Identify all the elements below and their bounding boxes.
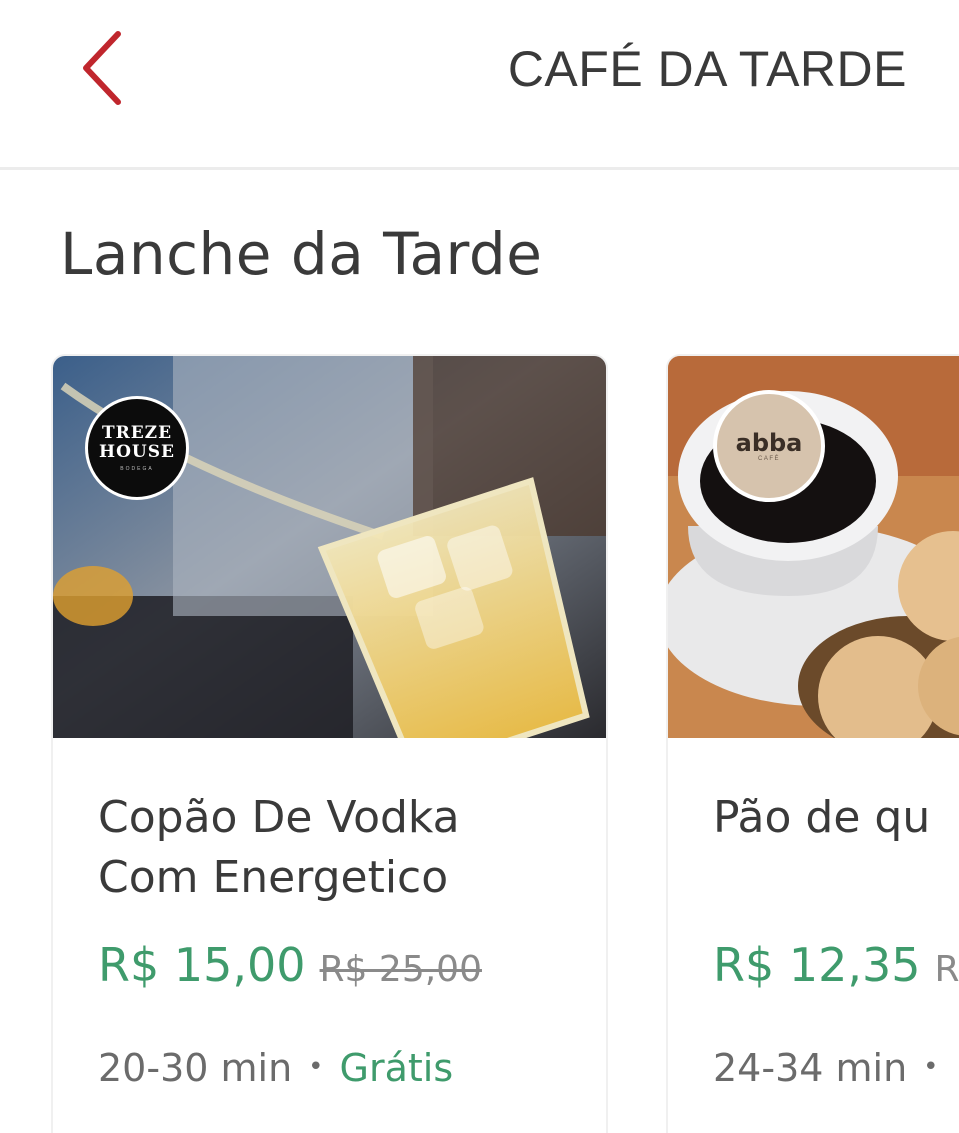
chevron-left-icon (83, 31, 121, 105)
price-original: R$ 25,00 (319, 949, 482, 990)
delivery-info: 24-34 min • (713, 1046, 955, 1090)
price-row: R$ 12,35 R (713, 938, 959, 992)
product-name: Pão de qu (713, 792, 931, 843)
product-card-pao-de-queijo[interactable]: abba CAFÉ Pão de qu R$ 12,35 R 24-34 min • (668, 356, 959, 1133)
store-logo: TREZE HOUSE BODEGA (85, 396, 189, 500)
price-current: R$ 15,00 (98, 938, 306, 992)
page: CAFÉ DA TARDE Lanche da Tarde TREZE HOUS… (0, 0, 959, 1133)
product-card-copao-vodka[interactable]: TREZE HOUSE BODEGA Copão De Vodka Com En… (53, 356, 606, 1133)
store-logo: abba CAFÉ (713, 390, 825, 502)
separator-dot: • (923, 1052, 939, 1082)
delivery-time: 20-30 min (98, 1046, 293, 1090)
price-original: R (934, 949, 959, 990)
price-row: R$ 15,00 R$ 25,00 (98, 938, 482, 992)
delivery-time: 24-34 min (713, 1046, 908, 1090)
section-title: Lanche da Tarde (60, 220, 543, 288)
page-title: CAFÉ DA TARDE (507, 41, 907, 97)
product-name: Copão De Vodka Com Energetico (98, 792, 460, 903)
price-current: R$ 12,35 (713, 938, 921, 992)
top-bar: CAFÉ DA TARDE (0, 0, 959, 170)
delivery-fee: Grátis (339, 1046, 454, 1090)
delivery-info: 20-30 min • Grátis (98, 1046, 453, 1090)
separator-dot: • (308, 1052, 324, 1082)
back-button[interactable] (72, 28, 142, 108)
